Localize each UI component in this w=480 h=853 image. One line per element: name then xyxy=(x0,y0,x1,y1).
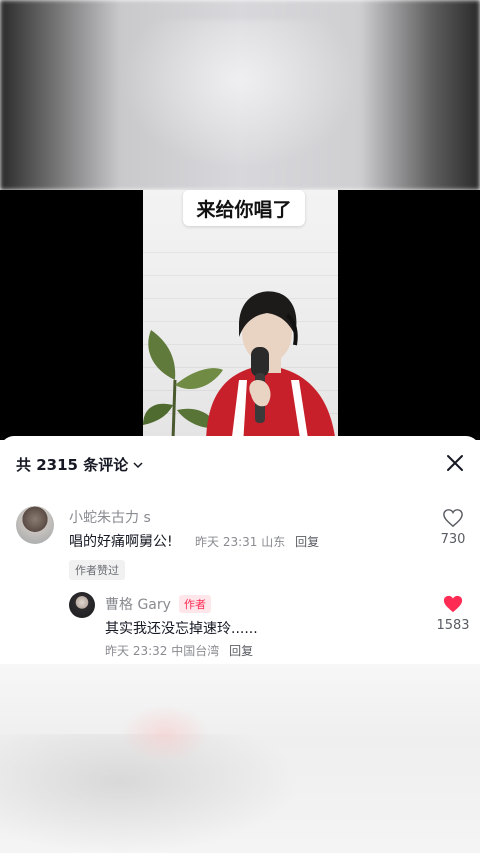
reply-location: 中国台湾 xyxy=(171,644,220,658)
comment-meta: 昨天 23:31 山东 回复 xyxy=(195,533,319,550)
like-count: 1583 xyxy=(436,618,470,633)
reply-username[interactable]: 曹格 Gary xyxy=(105,594,171,614)
comments-count-title: 共 2315 条评论 xyxy=(16,456,129,474)
comments-panel: 共 2315 条评论 小蛇朱古力 s 唱的好痛啊舅公! 昨天 23:31 山东 … xyxy=(0,436,480,664)
video-frame xyxy=(143,190,338,440)
singer-image xyxy=(206,291,336,440)
author-badge: 作者 xyxy=(179,595,211,613)
heart-filled-icon[interactable] xyxy=(442,594,464,614)
avatar[interactable] xyxy=(69,592,95,618)
background-blur-top xyxy=(0,0,480,190)
reply-text: 其实我还没忘掉速玲...... xyxy=(105,621,258,637)
chevron-down-icon xyxy=(133,461,143,468)
like-count: 730 xyxy=(440,532,466,547)
avatar[interactable] xyxy=(16,506,54,544)
reply-meta: 昨天 23:32 中国台湾 回复 xyxy=(105,642,253,659)
comment-username[interactable]: 小蛇朱古力 s xyxy=(69,507,151,527)
comment-item: 小蛇朱古力 s 唱的好痛啊舅公! 昨天 23:31 山东 回复 作者赞过 730 xyxy=(16,504,476,594)
reply-button[interactable]: 回复 xyxy=(229,644,253,658)
video-caption: 来给你唱了 xyxy=(183,190,305,226)
author-liked-badge: 作者赞过 xyxy=(69,560,125,580)
reply-item: 曹格 Gary 作者 其实我还没忘掉速玲...... 昨天 23:32 中国台湾… xyxy=(16,590,476,660)
close-icon[interactable] xyxy=(444,452,466,474)
comment-time: 昨天 23:31 xyxy=(195,535,258,549)
heart-outline-icon[interactable] xyxy=(442,508,464,528)
comment-location: 山东 xyxy=(261,535,286,549)
video-player[interactable] xyxy=(0,190,480,440)
comments-header[interactable]: 共 2315 条评论 xyxy=(16,454,144,475)
background-blur-bottom xyxy=(0,664,480,853)
reply-button[interactable]: 回复 xyxy=(295,535,319,549)
reply-time: 昨天 23:32 xyxy=(105,644,168,658)
comment-text: 唱的好痛啊舅公! xyxy=(69,534,173,550)
